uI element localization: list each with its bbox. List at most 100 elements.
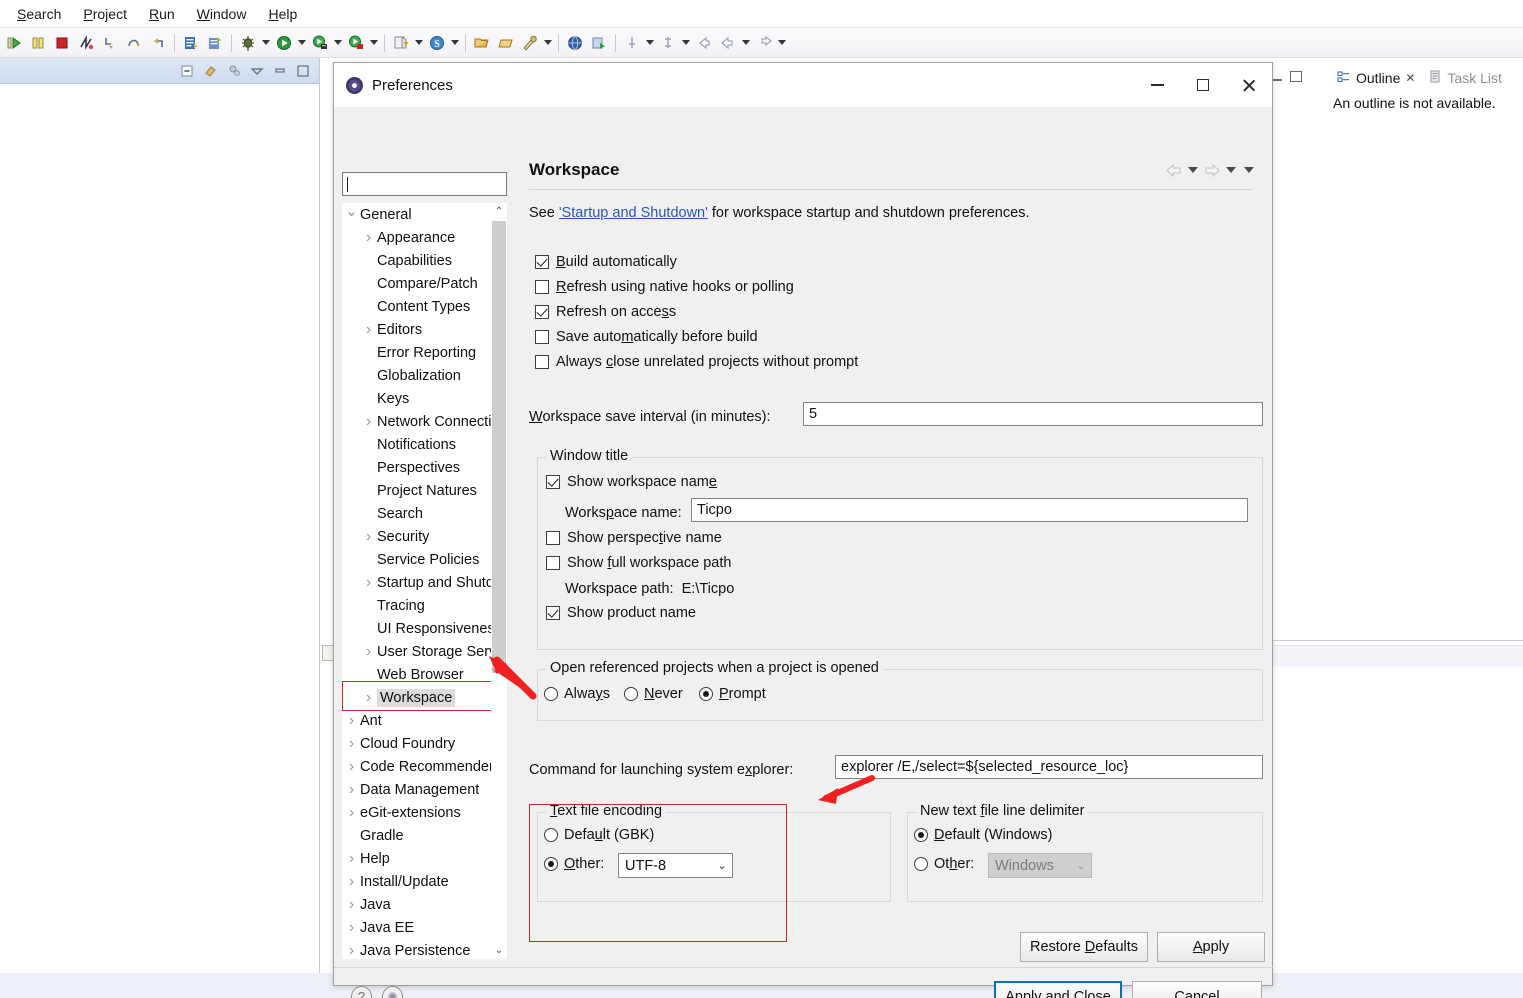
- package-explorer-body[interactable]: [0, 84, 319, 973]
- tree-item-data-management[interactable]: Data Management: [342, 778, 491, 801]
- tree-item-security[interactable]: Security: [342, 525, 491, 548]
- tree-item-keys[interactable]: Keys: [342, 387, 491, 410]
- encoding-combo[interactable]: UTF-8 ⌄: [618, 853, 733, 878]
- tree-item-java-persistence[interactable]: Java Persistence: [342, 939, 491, 959]
- run-icon[interactable]: [273, 32, 295, 54]
- radio-open-never[interactable]: Never: [624, 686, 683, 702]
- back-dropdown-icon[interactable]: [1188, 167, 1198, 173]
- menu-window[interactable]: Window: [188, 3, 256, 25]
- radio-delimiter-other[interactable]: Other:: [914, 856, 974, 872]
- checkbox-show-perspective-name[interactable]: Show perspective name: [546, 530, 722, 546]
- maximize-icon[interactable]: [295, 63, 311, 79]
- minimize-icon[interactable]: [272, 63, 288, 79]
- view-menu-icon[interactable]: [249, 63, 265, 79]
- pin-editor-dropdown-icon[interactable]: [644, 32, 656, 54]
- step-return-icon[interactable]: [147, 32, 169, 54]
- tree-item-web-browser[interactable]: Web Browser: [342, 663, 491, 686]
- chevron-right-icon[interactable]: [360, 229, 377, 247]
- forward-icon[interactable]: [1204, 163, 1220, 177]
- tree-item-editors[interactable]: Editors: [342, 318, 491, 341]
- tree-item-cloud-foundry[interactable]: Cloud Foundry: [342, 732, 491, 755]
- radio-open-prompt[interactable]: Prompt: [699, 686, 766, 702]
- new-java-package-icon[interactable]: [204, 32, 226, 54]
- tree-item-help[interactable]: Help: [342, 847, 491, 870]
- suspend-icon[interactable]: [27, 32, 49, 54]
- radio-delimiter-default[interactable]: Default (Windows): [914, 827, 1052, 843]
- dialog-title-bar[interactable]: Preferences: [334, 63, 1272, 107]
- next-annotation-dropdown-icon[interactable]: [680, 32, 692, 54]
- chevron-right-icon[interactable]: [343, 758, 360, 776]
- new-wizard-dropdown-icon[interactable]: [413, 32, 425, 54]
- tree-item-ui-responsiveness[interactable]: UI Responsiveness: [342, 617, 491, 640]
- tree-item-content-types[interactable]: Content Types: [342, 295, 491, 318]
- checkbox-show-workspace-name[interactable]: Show workspace name: [546, 474, 717, 490]
- preferences-filter-input[interactable]: [342, 172, 507, 196]
- menu-run[interactable]: Run: [140, 3, 184, 25]
- apply-button[interactable]: Apply: [1157, 932, 1265, 962]
- checkbox-show-full-workspace-path[interactable]: Show full workspace path: [546, 555, 731, 571]
- menu-search[interactable]: Search: [8, 3, 70, 25]
- forward-nav-dropdown-icon[interactable]: [776, 32, 788, 54]
- tree-vertical-scrollbar[interactable]: ⌃ ⌄: [491, 203, 507, 959]
- tree-item-globalization[interactable]: Globalization: [342, 364, 491, 387]
- checkbox-refresh-on-access[interactable]: Refresh on access: [535, 304, 676, 320]
- run-as-server-dropdown-icon[interactable]: [332, 32, 344, 54]
- menu-project[interactable]: Project: [74, 3, 136, 25]
- debug-dropdown-icon[interactable]: [260, 32, 272, 54]
- forward-dropdown-icon[interactable]: [1226, 167, 1236, 173]
- search-icon[interactable]: S: [426, 32, 448, 54]
- close-icon[interactable]: ✕: [1405, 71, 1415, 85]
- tree-scroll-thumb[interactable]: [492, 221, 506, 673]
- chevron-right-icon[interactable]: [343, 873, 360, 891]
- tree-item-general[interactable]: General: [342, 203, 491, 226]
- tree-item-java[interactable]: Java: [342, 893, 491, 916]
- workspace-name-input[interactable]: Ticpo: [691, 498, 1248, 522]
- step-over-icon[interactable]: [123, 32, 145, 54]
- chevron-right-icon[interactable]: [360, 528, 377, 546]
- collapse-all-icon[interactable]: [180, 63, 196, 79]
- tree-item-tracing[interactable]: Tracing: [342, 594, 491, 617]
- new-java-class-icon[interactable]: [180, 32, 202, 54]
- tree-item-network-connections[interactable]: Network Connections: [342, 410, 491, 433]
- menu-help[interactable]: Help: [259, 3, 306, 25]
- tree-item-startup-and-shutdown[interactable]: Startup and Shutdown: [342, 571, 491, 594]
- terminate-icon[interactable]: [51, 32, 73, 54]
- run-last-icon[interactable]: [588, 32, 610, 54]
- chevron-right-icon[interactable]: [343, 781, 360, 799]
- tree-item-install-update[interactable]: Install/Update: [342, 870, 491, 893]
- run-dropdown-icon[interactable]: [296, 32, 308, 54]
- step-into-icon[interactable]: [99, 32, 121, 54]
- chevron-right-icon[interactable]: [360, 574, 377, 592]
- chevron-right-icon[interactable]: [343, 896, 360, 914]
- editor-maximize-icon[interactable]: [1290, 70, 1302, 82]
- view-menu-icon[interactable]: [1244, 167, 1254, 173]
- chevron-right-icon[interactable]: [343, 804, 360, 822]
- chevron-right-icon[interactable]: [343, 712, 360, 730]
- pin-editor-icon[interactable]: [621, 32, 643, 54]
- tree-item-code-recommenders[interactable]: Code Recommenders: [342, 755, 491, 778]
- run-as-server-stop-icon[interactable]: [345, 32, 367, 54]
- chevron-right-icon[interactable]: [360, 643, 377, 661]
- tree-item-search[interactable]: Search: [342, 502, 491, 525]
- system-explorer-input[interactable]: explorer /E,/select=${selected_resource_…: [835, 755, 1263, 779]
- back-icon[interactable]: [1166, 163, 1182, 177]
- tree-item-egit-extensions[interactable]: eGit-extensions: [342, 801, 491, 824]
- dialog-maximize-button[interactable]: [1180, 63, 1226, 107]
- radio-encoding-other[interactable]: Other:: [544, 856, 604, 872]
- chevron-right-icon[interactable]: [343, 942, 360, 960]
- cancel-button[interactable]: Cancel: [1132, 981, 1262, 998]
- focus-on-active-task-icon[interactable]: [226, 63, 242, 79]
- chevron-right-icon[interactable]: [343, 850, 360, 868]
- save-interval-input[interactable]: 5: [803, 402, 1263, 426]
- checkbox-save-before-build[interactable]: Save automatically before build: [535, 329, 758, 345]
- chevron-right-icon[interactable]: [343, 735, 360, 753]
- chevron-down-icon[interactable]: [343, 206, 360, 224]
- run-as-server-icon[interactable]: [309, 32, 331, 54]
- scroll-up-icon[interactable]: ⌃: [491, 203, 507, 220]
- debug-icon[interactable]: [237, 32, 259, 54]
- resume-icon[interactable]: [3, 32, 25, 54]
- restore-defaults-button[interactable]: Restore Defaults: [1020, 932, 1148, 962]
- open-task-icon[interactable]: [495, 32, 517, 54]
- disconnect-icon[interactable]: [75, 32, 97, 54]
- tree-item-notifications[interactable]: Notifications: [342, 433, 491, 456]
